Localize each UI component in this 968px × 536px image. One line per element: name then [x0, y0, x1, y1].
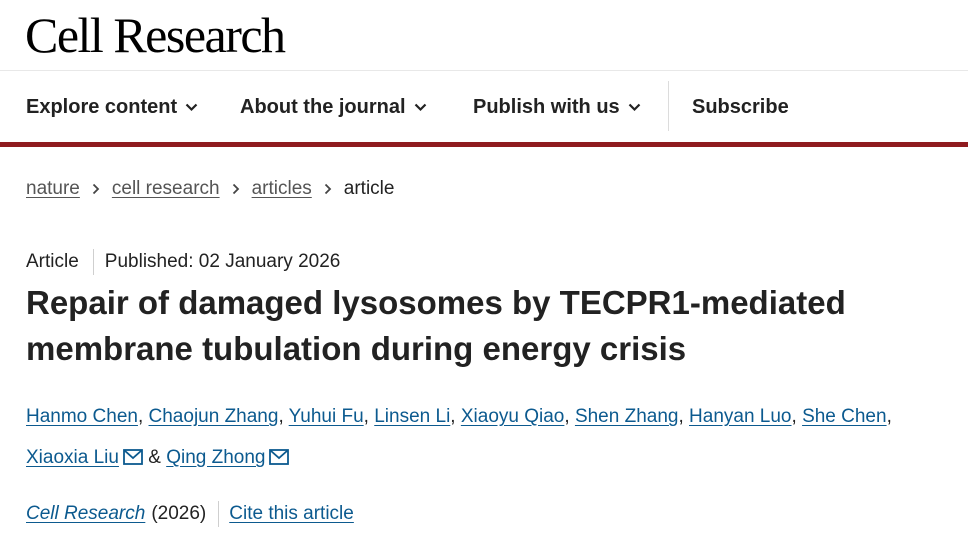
author-link[interactable]: Xiaoyu Qiao: [461, 406, 565, 427]
nav-divider: [668, 81, 669, 131]
chevron-right-icon: [92, 183, 100, 195]
main-navigation: Explore content About the journal Publis…: [0, 71, 968, 143]
nav-accent-rule: [0, 142, 968, 147]
author-link[interactable]: Linsen Li: [374, 406, 450, 427]
chevron-down-icon: [414, 103, 427, 112]
chevron-right-icon: [232, 183, 240, 195]
author-link[interactable]: Yuhui Fu: [289, 406, 364, 427]
author-separator: ,: [278, 406, 289, 427]
citation-divider: [218, 501, 220, 527]
author-separator: ,: [791, 406, 803, 427]
published-date: Published: 02 January 2026: [104, 251, 341, 272]
breadcrumb-cell-research[interactable]: cell research: [112, 178, 220, 200]
subscribe-link[interactable]: Subscribe: [692, 71, 789, 143]
nav-explore-content[interactable]: Explore content: [26, 71, 198, 143]
author-link[interactable]: Qing Zhong: [166, 447, 265, 468]
author-separator: ,: [137, 406, 149, 427]
cite-this-article-link[interactable]: Cite this article: [229, 503, 354, 525]
chevron-right-icon: [324, 183, 332, 195]
author-separator: ,: [678, 406, 690, 427]
author-link[interactable]: Hanmo Chen: [26, 406, 138, 427]
author-link[interactable]: She Chen: [802, 406, 887, 427]
author-separator: ,: [450, 406, 461, 427]
meta-divider: [92, 249, 94, 275]
nav-explore-content-label: Explore content: [26, 95, 178, 118]
breadcrumb-articles[interactable]: articles: [252, 178, 312, 200]
journal-logo[interactable]: Cell Research: [25, 6, 286, 64]
author-separator: ,: [886, 406, 892, 427]
author-separator: ,: [363, 406, 375, 427]
mail-icon[interactable]: [123, 439, 143, 480]
breadcrumb-current: article: [343, 178, 395, 199]
author-link[interactable]: Chaojun Zhang: [149, 406, 279, 427]
article-type: Article: [26, 251, 79, 272]
author-link[interactable]: Hanyan Luo: [689, 406, 791, 427]
article-meta: Article Published: 02 January 2026: [26, 248, 340, 276]
author-link[interactable]: Xiaoxia Liu: [26, 447, 119, 468]
nav-about-journal-label: About the journal: [240, 95, 406, 118]
citation-line: Cell Research (2026) Cite this article: [26, 500, 354, 528]
author-list: Hanmo Chen, Chaojun Zhang, Yuhui Fu, Lin…: [26, 396, 961, 480]
author-conjunction: &: [142, 447, 167, 468]
chevron-down-icon: [185, 103, 198, 112]
nav-about-journal[interactable]: About the journal: [240, 71, 427, 143]
masthead: Cell Research: [0, 0, 968, 71]
nav-publish-with-us[interactable]: Publish with us: [473, 71, 641, 143]
breadcrumb: nature cell research articles article: [26, 175, 394, 203]
article-title: Repair of damaged lysosomes by TECPR1-me…: [26, 284, 846, 367]
chevron-down-icon: [628, 103, 641, 112]
breadcrumb-nature[interactable]: nature: [26, 178, 80, 200]
citation-year: (2026): [151, 503, 207, 524]
mail-icon[interactable]: [269, 439, 290, 480]
author-link[interactable]: Shen Zhang: [575, 406, 679, 427]
author-separator: ,: [564, 406, 575, 427]
citation-journal-link[interactable]: Cell Research: [26, 503, 145, 525]
nav-publish-with-us-label: Publish with us: [473, 95, 620, 118]
